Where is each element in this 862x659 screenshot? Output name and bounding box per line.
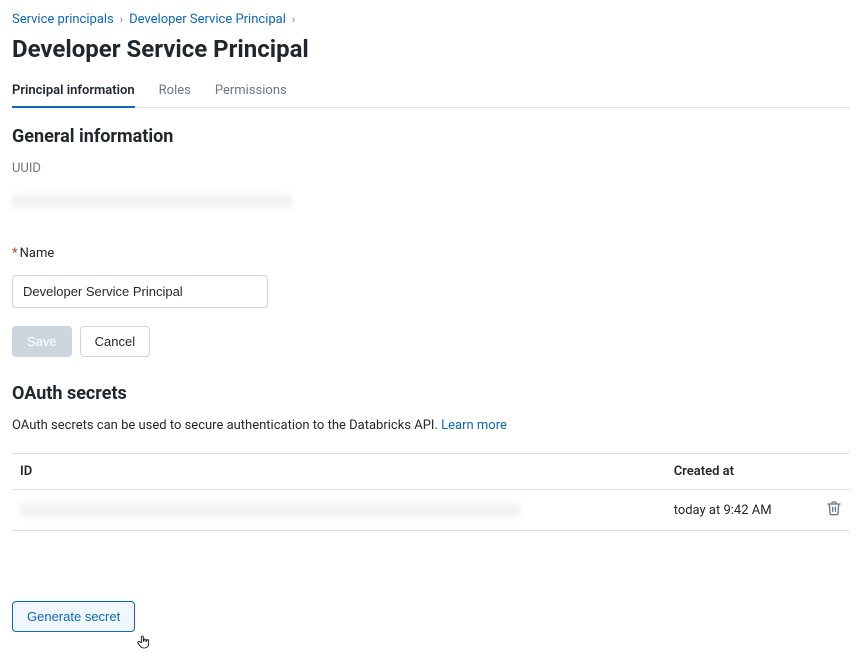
name-input[interactable] — [12, 275, 268, 308]
uuid-value-redacted — [12, 194, 292, 208]
general-information-heading: General information — [12, 126, 850, 147]
breadcrumb-root-link[interactable]: Service principals — [12, 12, 114, 27]
oauth-secrets-heading: OAuth secrets — [12, 383, 850, 404]
table-row: today at 9:42 AM — [12, 490, 850, 531]
breadcrumb: Service principals › Developer Service P… — [12, 12, 850, 27]
uuid-label: UUID — [12, 161, 850, 176]
chevron-right-icon: › — [292, 13, 295, 26]
page-title: Developer Service Principal — [12, 35, 850, 63]
save-button: Save — [12, 326, 72, 357]
tabs: Principal information Roles Permissions — [12, 75, 850, 108]
chevron-right-icon: › — [120, 13, 123, 26]
tab-principal-information[interactable]: Principal information — [12, 75, 135, 108]
generate-secret-button[interactable]: Generate secret — [12, 601, 135, 632]
cancel-button[interactable]: Cancel — [80, 326, 150, 357]
pointer-cursor-icon — [136, 634, 152, 650]
trash-icon[interactable] — [826, 500, 842, 516]
required-asterisk-icon: * — [12, 246, 18, 261]
oauth-secrets-table: ID Created at today at 9:42 AM — [12, 453, 850, 531]
learn-more-link[interactable]: Learn more — [441, 418, 507, 433]
tab-permissions[interactable]: Permissions — [215, 75, 287, 108]
oauth-description: OAuth secrets can be used to secure auth… — [12, 418, 850, 433]
name-field-label: *Name — [12, 246, 850, 261]
secret-id-redacted — [20, 503, 520, 517]
column-header-created-at: Created at — [666, 454, 810, 490]
secret-created-at: today at 9:42 AM — [666, 490, 810, 531]
breadcrumb-current-link[interactable]: Developer Service Principal — [129, 12, 286, 27]
column-header-id: ID — [12, 454, 666, 490]
tab-roles[interactable]: Roles — [159, 75, 191, 108]
